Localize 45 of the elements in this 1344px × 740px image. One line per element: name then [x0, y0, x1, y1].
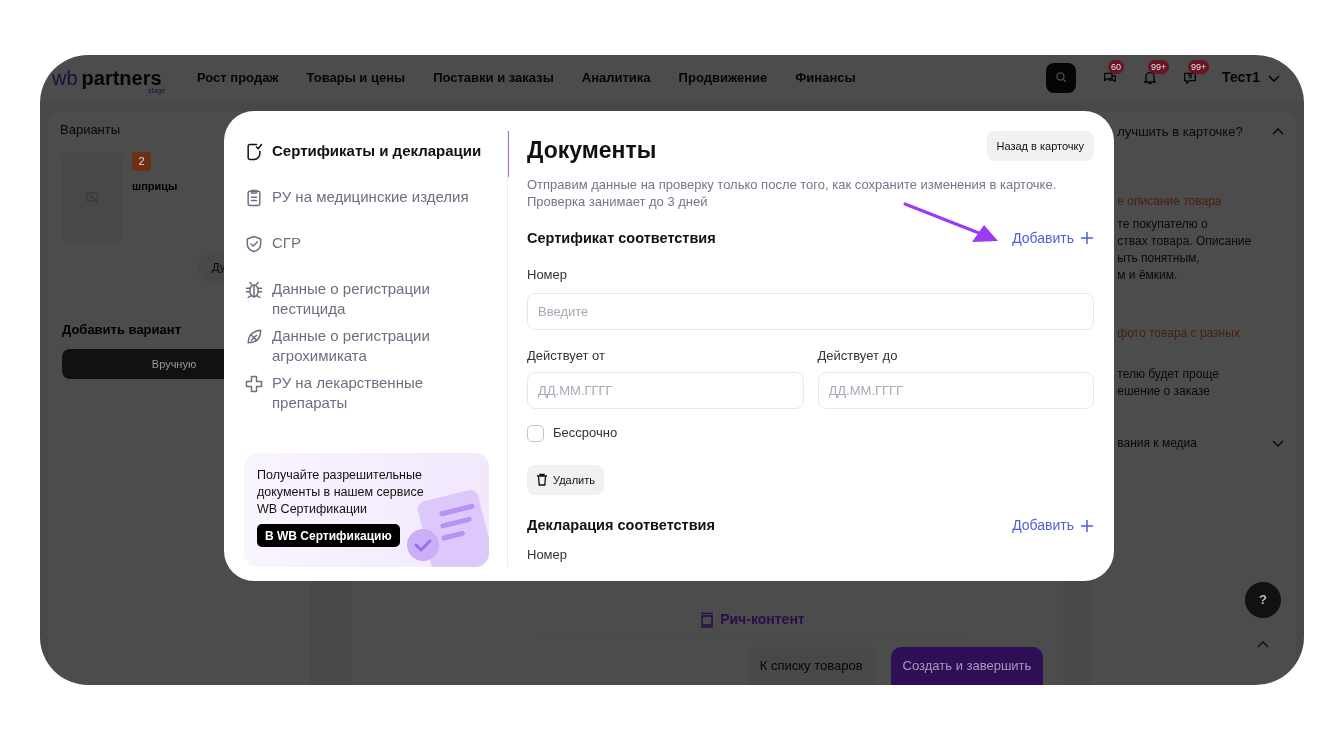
add-link[interactable]: Добавить	[1012, 227, 1094, 249]
section-title: Декларация соответствия	[527, 515, 715, 535]
clipboard-icon	[244, 188, 264, 208]
date-field[interactable]: ДД.ММ.ГГГГ	[817, 372, 1094, 410]
trash-icon	[536, 473, 548, 487]
bug-icon	[244, 280, 264, 300]
field-label: Действует до	[817, 346, 899, 365]
tip-heading: е описание товара	[1117, 192, 1223, 210]
panel-title: Варианты	[60, 121, 122, 139]
tip-heading: фото товара с разных	[1117, 324, 1241, 342]
document-type-tab[interactable]: РУ на медицинские изделия	[244, 187, 489, 233]
tip-text: те покупателю о	[1117, 215, 1209, 233]
field-label: Действует от	[527, 346, 606, 365]
document-type-tab[interactable]: СГР	[244, 233, 489, 279]
leaf-icon	[244, 327, 264, 347]
section-title: Сертификат соответствия	[527, 228, 716, 248]
tip-text: ыть понятным,	[1117, 249, 1201, 267]
field-label: Номер	[527, 266, 568, 285]
number-field[interactable]: Введите	[527, 292, 1094, 330]
shield-check-icon	[244, 234, 264, 254]
delete-button[interactable]: Удалить	[527, 464, 604, 495]
promo-text: Получайте разрешительные документы в нашем сервисе WB Сертификации	[257, 467, 425, 518]
plus-icon	[1080, 231, 1094, 246]
document-type-tab[interactable]: Сертификаты и декларации	[244, 141, 489, 187]
document-type-tab[interactable]: Данные о регистрации пестицида	[244, 279, 489, 326]
tip-text: ствах товара. Описание	[1117, 232, 1253, 250]
perpetual-checkbox[interactable]	[527, 424, 544, 442]
checkbox-label: Бессрочно	[553, 424, 618, 443]
certification-button[interactable]: В WB Сертификацию	[257, 524, 400, 547]
date-field[interactable]: ДД.ММ.ГГГГ	[527, 372, 804, 410]
tip-text: телю будет проще	[1117, 365, 1220, 383]
variant-name: шприцы	[132, 178, 178, 194]
add-variant-title: Добавить вариант	[62, 320, 181, 339]
tip-text: ешение о заказе	[1117, 382, 1211, 400]
modal-title: Документы	[527, 136, 657, 165]
add-link[interactable]: Добавить	[1012, 515, 1094, 537]
back-to-card-button[interactable]: Назад в карточку	[986, 131, 1094, 161]
plus-icon	[1080, 518, 1094, 533]
plus-cross-icon	[244, 374, 264, 394]
panel-title: лучшить в карточке?	[1117, 123, 1243, 141]
document-check-icon	[244, 142, 264, 162]
description: Отправим данные на проверку только после того, как сохраните изменения в карточке. Проверка занимает до 3 дней	[527, 175, 1058, 210]
create-finish-button[interactable]: Создать и завершить	[890, 647, 1044, 685]
tip-text: м и ёмким.	[1117, 266, 1179, 284]
field-label: Номер	[527, 545, 568, 564]
